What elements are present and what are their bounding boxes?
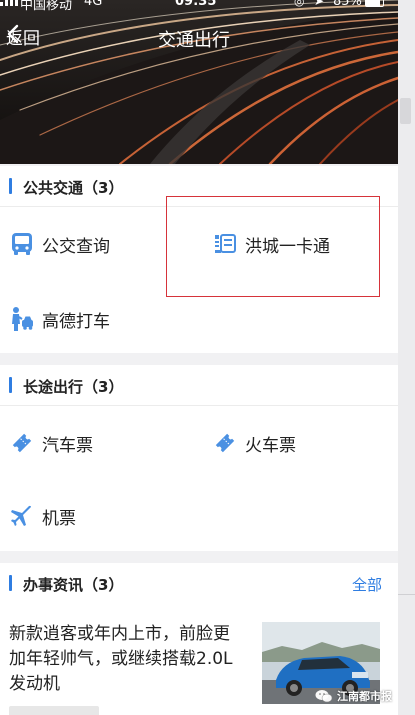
bus-icon: [12, 233, 32, 255]
taxi-icon: [12, 307, 33, 331]
bus-query-label: 公交查询: [42, 236, 110, 257]
signal-icon: [0, 0, 18, 6]
flight-ticket-item[interactable]: 机票: [10, 496, 76, 536]
clock: 09:35: [175, 0, 217, 9]
section-header: 办事资讯（3） 全部: [0, 563, 398, 604]
section-news: 办事资讯（3） 全部: [0, 563, 398, 604]
wechat-icon: [315, 690, 333, 703]
section-title: 公共交通（3）: [23, 179, 124, 197]
header-banner: 中国移动 4G 09:35 ◎ ➤ 85% 返回 交通出行: [0, 0, 398, 164]
train-ticket-item[interactable]: 火车票: [213, 423, 296, 463]
section-title: 长途出行（3）: [23, 378, 124, 396]
side-scroll-handle[interactable]: [400, 98, 411, 124]
network-label: 4G: [84, 0, 103, 9]
ticket-icon: [215, 433, 235, 453]
bus-ticket-label: 汽车票: [42, 435, 93, 456]
status-bar: 中国移动 4G 09:35 ◎ ➤ 85%: [0, 0, 398, 13]
section-accent-bar: [9, 377, 12, 393]
plane-icon: [11, 505, 31, 526]
section-title: 办事资讯（3）: [23, 576, 124, 594]
ticket-icon: [12, 433, 32, 453]
view-all-link[interactable]: 全部: [352, 574, 382, 595]
carrier-label: 中国移动: [20, 0, 73, 13]
watermark: 江南都市报: [315, 688, 392, 704]
flight-ticket-label: 机票: [42, 508, 76, 529]
page-title: 交通出行: [158, 30, 230, 51]
section-header: 长途出行（3）: [0, 365, 398, 406]
bus-query-item[interactable]: 公交查询: [10, 224, 110, 264]
section-accent-bar: [9, 178, 12, 194]
news-article-title: 新款逍客或年内上市，前脸更加年轻帅气，或继续搭载2.0L发动机: [9, 624, 233, 694]
section-long-distance: 长途出行（3） 汽车票 火车票 机票: [0, 365, 398, 551]
watermark-label: 江南都市报: [337, 690, 392, 703]
train-ticket-label: 火车票: [245, 435, 296, 456]
side-divider: [398, 594, 415, 595]
battery-icon: [365, 0, 384, 7]
news-article-meta: [9, 706, 99, 715]
location-arrow-icon: ➤: [314, 0, 325, 8]
bus-ticket-item[interactable]: 汽车票: [10, 423, 93, 463]
alarm-icon: ◎: [294, 0, 305, 8]
section-accent-bar: [9, 575, 12, 591]
nav-bar: 返回 交通出行: [0, 22, 398, 56]
highlight-box: [166, 196, 380, 297]
battery-percent: 85%: [333, 0, 362, 9]
amap-taxi-label: 高德打车: [42, 311, 110, 332]
amap-taxi-item[interactable]: 高德打车: [10, 299, 110, 339]
app-screen: 中国移动 4G 09:35 ◎ ➤ 85% 返回 交通出行 公共交通（3） 公交…: [0, 0, 398, 715]
